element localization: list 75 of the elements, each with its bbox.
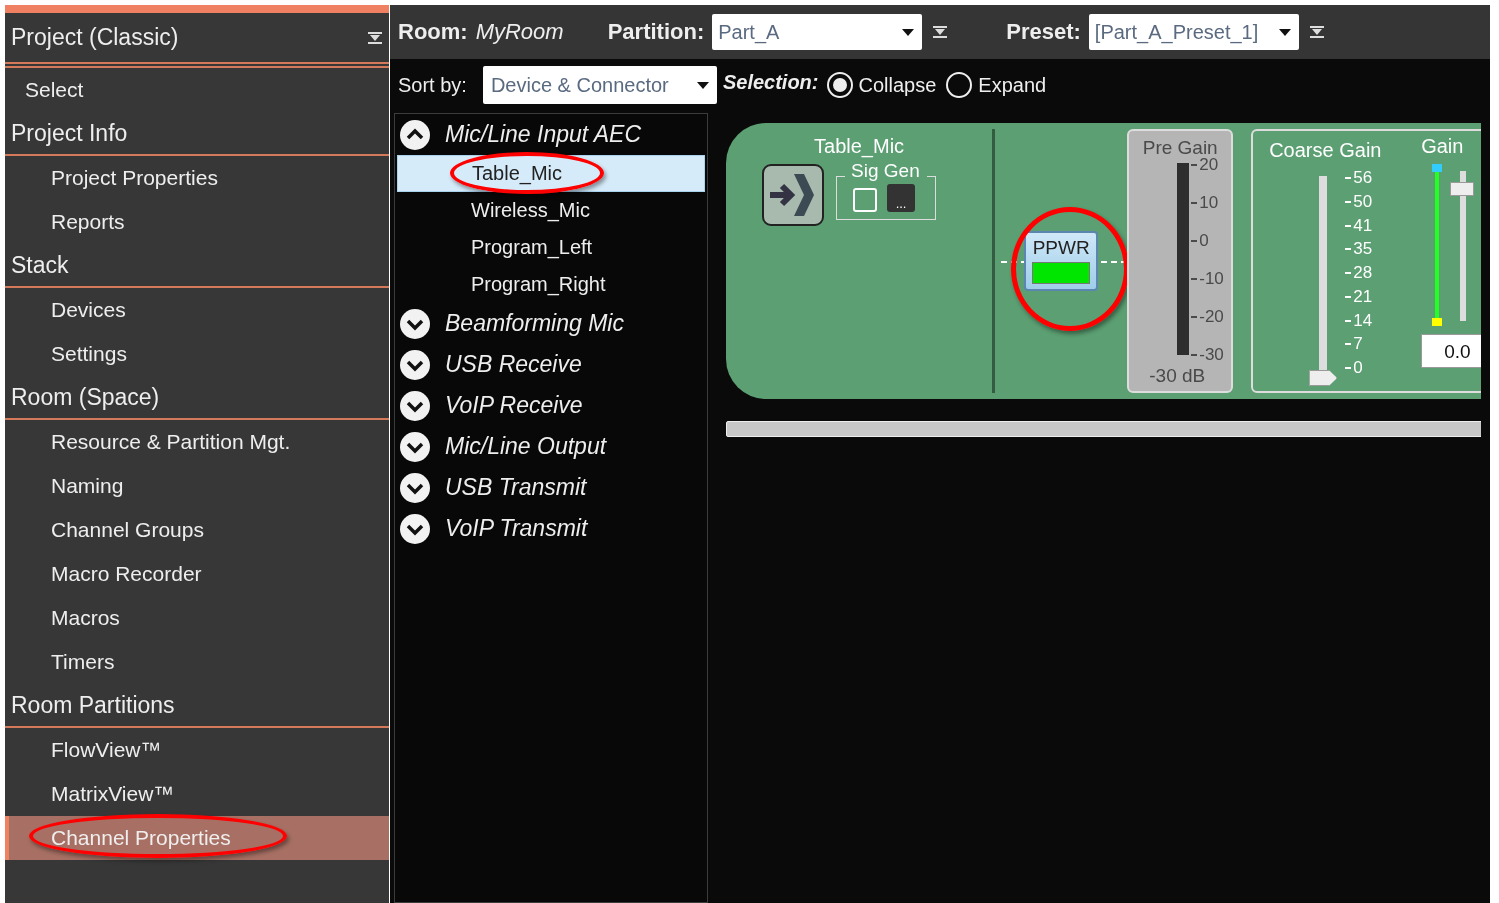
nav-item[interactable]: Resource & Partition Mgt. [5, 420, 389, 464]
slider-thumb[interactable] [1309, 370, 1338, 386]
nav-item[interactable]: Timers [5, 640, 389, 684]
input-icon [762, 164, 825, 226]
caret-icon [1278, 28, 1291, 36]
panel-title: Project (Classic) [11, 24, 179, 51]
filter-icon[interactable] [1308, 25, 1325, 39]
nav-item[interactable]: Project Properties [5, 156, 389, 200]
section-header[interactable]: Room (Space) [5, 376, 389, 420]
sort-label: Sort by: [398, 73, 467, 97]
checkbox[interactable] [853, 188, 878, 212]
channel-name: Table_Mic [814, 135, 905, 158]
scale-label: 28 [1353, 263, 1373, 283]
scale-label: 14 [1353, 310, 1373, 331]
nav-item[interactable]: Channel Properties [5, 816, 389, 860]
scale-label: -30 [1199, 345, 1224, 365]
more-button[interactable]: ... [887, 184, 916, 212]
sort-dropdown[interactable]: Device & Connector [482, 66, 717, 104]
pre-gain-label: Pre Gain [1141, 137, 1219, 158]
nav-item[interactable]: FlowView™ [5, 728, 389, 772]
horizontal-scrollbar[interactable] [726, 421, 1481, 437]
caret-icon [696, 81, 709, 89]
tree-item[interactable]: Program_Right [395, 266, 707, 303]
partition-label: Partition: [607, 19, 705, 45]
tree-group[interactable]: Beamforming Mic [395, 303, 707, 344]
nav-item[interactable]: Reports [5, 200, 389, 244]
scale-label: 35 [1353, 239, 1373, 260]
section-header[interactable]: Stack [5, 244, 389, 288]
radio-option[interactable]: Expand [946, 72, 1047, 98]
nav-item[interactable]: Select [5, 68, 389, 112]
nav-item[interactable]: Macro Recorder [5, 552, 389, 596]
preset-dropdown[interactable]: [Part_A_Preset_1] [1088, 14, 1299, 50]
tree-group[interactable]: VoIP Transmit [395, 508, 707, 549]
scale-label: 41 [1353, 215, 1373, 236]
section-header[interactable]: Project Info [5, 112, 389, 156]
partition-dropdown[interactable]: Part_A [712, 14, 923, 50]
scale-label: 0 [1199, 231, 1209, 251]
slider-thumb[interactable] [1450, 181, 1475, 196]
coarse-gain-label: Coarse Gain [1269, 139, 1383, 162]
nav-item[interactable]: Macros [5, 596, 389, 640]
nav-item[interactable]: MatrixView™ [5, 772, 389, 816]
scale-label: 10 [1199, 193, 1219, 213]
tree-group[interactable]: USB Receive [395, 344, 707, 385]
tree-item[interactable]: Program_Left [395, 229, 707, 266]
preset-label: Preset: [1006, 19, 1081, 45]
radio-option[interactable]: Collapse [826, 72, 937, 98]
scale-label: 21 [1353, 286, 1373, 307]
caret-icon [902, 28, 915, 36]
room-label: Room: [398, 19, 468, 45]
scale-label: 50 [1353, 191, 1373, 212]
selection-label: Selection: [722, 70, 819, 94]
section-header[interactable]: Room Partitions [5, 684, 389, 728]
nav-item[interactable]: Channel Groups [5, 508, 389, 552]
scale-label: 0 [1353, 358, 1363, 378]
scale-label: -20 [1199, 307, 1224, 327]
ppwr-button[interactable]: PPWR [1024, 231, 1099, 291]
scale-label: 20 [1199, 155, 1219, 175]
tree-item[interactable]: Table_Mic [397, 155, 705, 192]
scale-label: -10 [1199, 269, 1224, 289]
filter-icon[interactable] [932, 25, 949, 39]
room-name: MyRoom [475, 19, 564, 45]
tree-group[interactable]: Mic/Line Input AEC [395, 114, 707, 155]
tree-group[interactable]: VoIP Receive [395, 385, 707, 426]
gain-value-field[interactable]: 0.0 [1421, 334, 1481, 368]
gain-label: Gain [1421, 135, 1464, 158]
nav-item[interactable]: Settings [5, 332, 389, 376]
tree-group[interactable]: USB Transmit [395, 467, 707, 508]
scale-label: 56 [1353, 168, 1373, 188]
tree-group[interactable]: Mic/Line Output [395, 426, 707, 467]
tree-item[interactable]: Wireless_Mic [395, 192, 707, 229]
scale-label: 7 [1353, 334, 1363, 355]
nav-item[interactable]: Naming [5, 464, 389, 508]
filter-icon[interactable] [367, 30, 383, 45]
pre-gain-reading: -30 dB [1149, 365, 1206, 387]
nav-item[interactable]: Devices [5, 288, 389, 332]
